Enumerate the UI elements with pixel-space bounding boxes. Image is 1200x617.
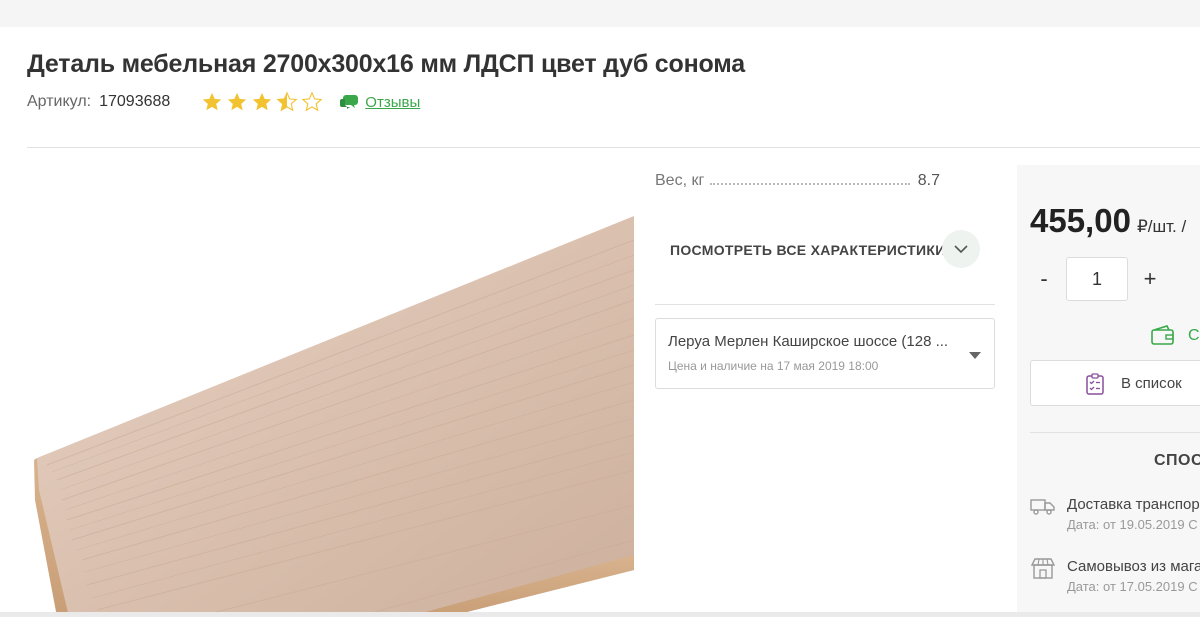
star-half-icon xyxy=(276,91,298,112)
store-name: Леруа Мерлен Каширское шоссе (128 ... xyxy=(668,333,949,350)
store-availability-note: Цена и наличие на 17 мая 2019 18:00 xyxy=(668,359,879,373)
star-empty-icon xyxy=(301,91,323,112)
clipboard-list-icon xyxy=(1086,373,1104,395)
store-selector[interactable]: Леруа Мерлен Каширское шоссе (128 ... Це… xyxy=(655,318,995,389)
reviews-link[interactable]: Отзывы xyxy=(339,93,420,111)
delivery-option-date: Дата: от 19.05.2019 С xyxy=(1067,517,1198,532)
quantity-stepper: - 1 + xyxy=(1030,257,1164,301)
wallet-icon xyxy=(1151,325,1174,345)
star-full-icon xyxy=(203,92,222,111)
product-meta: Артикул: 17093688 Отзывы xyxy=(27,90,420,114)
bottom-bar xyxy=(0,612,1200,617)
spec-value: 8.7 xyxy=(917,172,940,189)
delivery-option[interactable]: Доставка транспор Дата: от 19.05.2019 С xyxy=(1030,495,1200,535)
delivery-option-title: Доставка транспор xyxy=(1067,496,1200,513)
quantity-input[interactable]: 1 xyxy=(1066,257,1128,301)
wallet-option[interactable]: С xyxy=(1150,325,1200,347)
specs-divider xyxy=(655,304,995,305)
spec-name: Вес, кг xyxy=(655,172,705,189)
rating-stars xyxy=(200,91,325,113)
product-image[interactable] xyxy=(27,160,634,617)
add-to-list-label: В список xyxy=(1121,374,1182,392)
all-specs-label: ПОСМОТРЕТЬ ВСЕ ХАРАКТЕРИСТИКИ xyxy=(670,242,946,258)
add-to-list-button[interactable]: В список xyxy=(1030,360,1200,406)
buy-panel: 455,00 ₽/шт. / - 1 + С В список СПОС Дос… xyxy=(1017,165,1200,617)
chat-bubbles-icon xyxy=(340,95,359,109)
quantity-increase-button[interactable]: + xyxy=(1136,265,1164,293)
reviews-link-text[interactable]: Отзывы xyxy=(365,94,420,111)
delivery-ways-title: СПОС xyxy=(1154,452,1200,469)
header-divider xyxy=(27,147,1200,148)
chevron-down-button[interactable] xyxy=(942,230,980,268)
quantity-decrease-button[interactable]: - xyxy=(1030,265,1058,293)
sku-value: 17093688 xyxy=(99,93,171,110)
price-value: 455,00 xyxy=(1030,202,1131,239)
pickup-option-date: Дата: от 17.05.2019 С xyxy=(1067,579,1198,594)
wood-panel-illustration xyxy=(34,216,634,617)
chevron-down-icon xyxy=(954,244,968,253)
sku-label: Артикул: xyxy=(27,93,92,110)
truck-icon xyxy=(1030,499,1055,515)
price: 455,00 ₽/шт. / xyxy=(1030,202,1186,240)
spec-row-weight: Вес, кг 8.7 xyxy=(655,170,940,192)
product-title: Деталь мебельная 2700х300х16 мм ЛДСП цве… xyxy=(27,50,745,78)
all-specs-toggle[interactable]: ПОСМОТРЕТЬ ВСЕ ХАРАКТЕРИСТИКИ xyxy=(670,230,990,270)
top-strip xyxy=(0,0,1200,27)
pickup-option[interactable]: Самовывоз из мага Дата: от 17.05.2019 С xyxy=(1030,557,1200,597)
wallet-text: С xyxy=(1188,327,1200,344)
store-icon xyxy=(1030,558,1056,579)
star-full-icon xyxy=(253,92,272,111)
pickup-option-title: Самовывоз из мага xyxy=(1067,558,1200,575)
spec-dots xyxy=(710,183,910,185)
caret-down-icon xyxy=(969,352,981,359)
star-full-icon xyxy=(228,92,247,111)
price-unit: ₽/шт. / xyxy=(1136,217,1187,236)
panel-divider xyxy=(1030,432,1200,433)
